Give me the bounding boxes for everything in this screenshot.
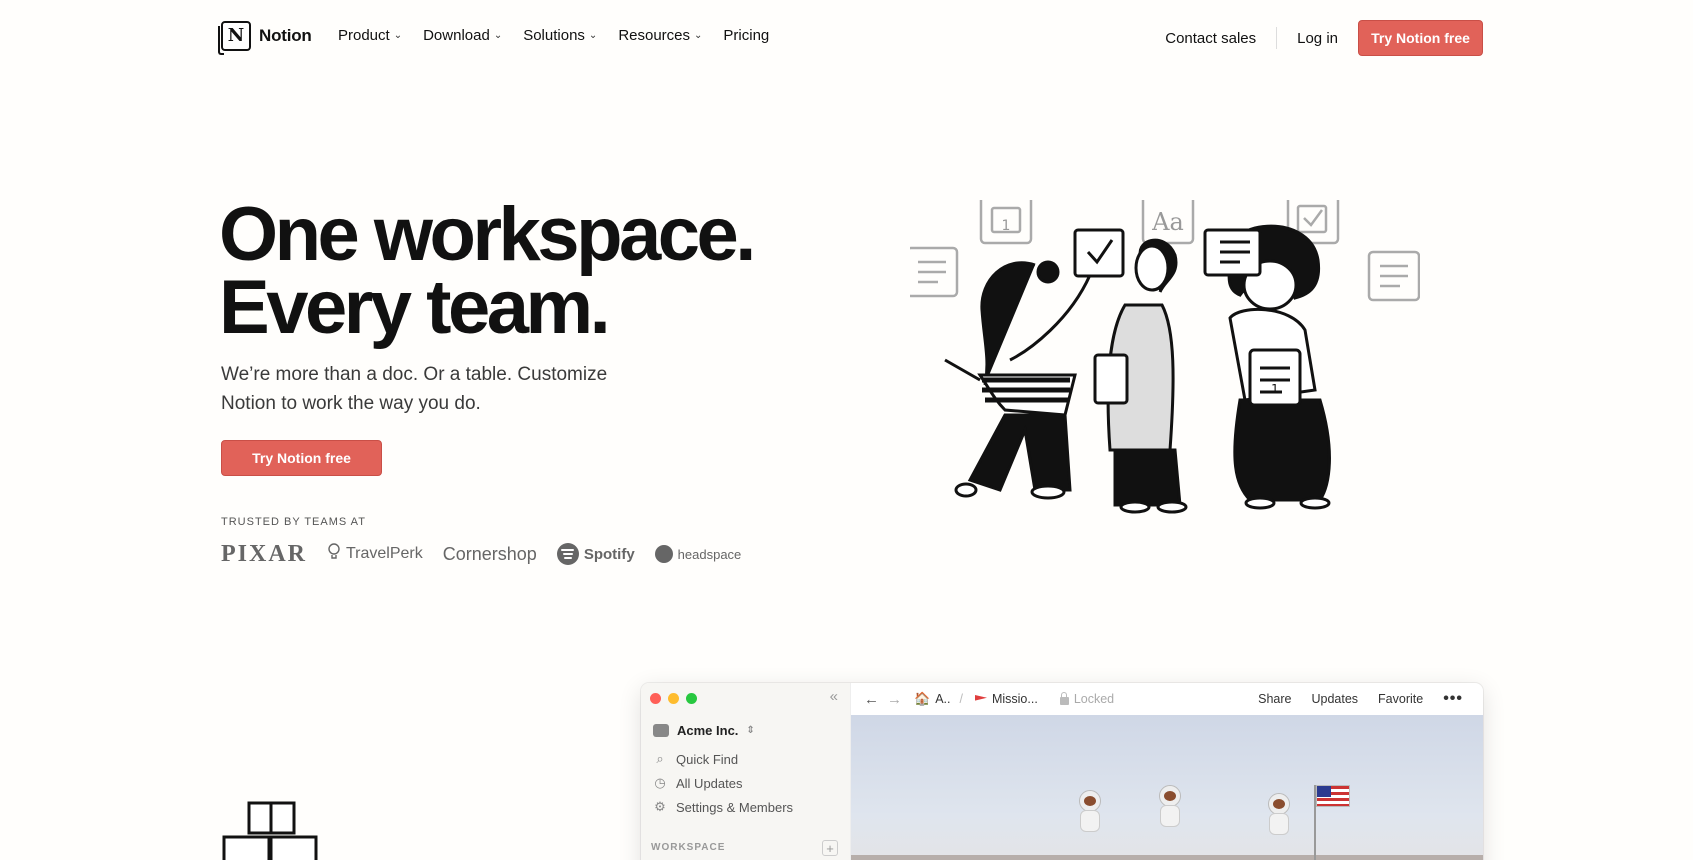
- app-main: ← → 🏠 A.. / Missio... Locked Share Updat…: [851, 683, 1483, 860]
- person-right-figure: [1203, 224, 1331, 510]
- nav-item-download[interactable]: Download ⌄: [423, 27, 502, 44]
- astronaut-figure: [1157, 785, 1183, 827]
- nav-item-label: Pricing: [723, 27, 770, 44]
- nav-item-label: Resources: [618, 27, 691, 44]
- lightbulb-icon: [327, 543, 341, 565]
- workspace-name: Acme Inc.: [677, 723, 739, 738]
- nav-item-resources[interactable]: Resources ⌄: [618, 27, 702, 44]
- window-controls: [650, 693, 697, 704]
- spotify-logo-text: Spotify: [583, 545, 635, 563]
- hero-illustration: 1 Aa 1: [910, 200, 1420, 514]
- notion-logo-icon: N: [218, 21, 251, 55]
- hero-subtitle: We’re more than a doc. Or a table. Custo…: [221, 364, 608, 414]
- travelperk-logo: TravelPerk: [327, 543, 423, 565]
- lock-icon: [1059, 691, 1069, 705]
- customer-logos: PIXAR TravelPerk Cornershop Spotify head…: [221, 539, 761, 569]
- hero-title: One workspace. Every team.: [219, 197, 756, 346]
- nav-right: Contact sales Log in Try Notion free: [1165, 20, 1483, 56]
- collapse-sidebar-icon[interactable]: «: [830, 688, 838, 705]
- nav-item-label: Download: [423, 27, 490, 44]
- sidebar-item-settings[interactable]: ⚙ Settings & Members: [653, 799, 793, 815]
- nav-item-product[interactable]: Product ⌄: [338, 27, 402, 44]
- brand-link[interactable]: N Notion: [218, 21, 312, 55]
- nav-item-label: Solutions: [523, 27, 585, 44]
- add-page-button[interactable]: +: [822, 840, 838, 856]
- calendar-day-text: 1: [1002, 218, 1011, 234]
- workspace-section-label: WORKSPACE: [651, 842, 726, 853]
- breadcrumb-home[interactable]: 🏠 A..: [914, 691, 950, 707]
- hero-title-line2: Every team.: [219, 265, 611, 350]
- window-close-button[interactable]: [650, 693, 661, 704]
- pixar-logo-text: PIXAR: [221, 540, 307, 567]
- clipboard-day-text: 1: [1271, 382, 1279, 396]
- breadcrumb-mission[interactable]: Missio...: [974, 692, 1038, 706]
- app-sidebar: « Acme Inc. ⇕ ⌕ Quick Find ◷ All Updates…: [641, 683, 851, 860]
- cubes-icon: [222, 801, 318, 860]
- locked-badge[interactable]: Locked: [1059, 691, 1115, 706]
- breadcrumb-label: Missio...: [991, 692, 1038, 706]
- nav-item-label: Product: [338, 27, 390, 44]
- favorite-button[interactable]: Favorite: [1378, 692, 1423, 706]
- page: N Notion Product ⌄ Download ⌄ Solutions …: [0, 0, 1693, 860]
- cornershop-logo-text: Cornershop: [442, 543, 537, 564]
- sidebar-item-quick-find[interactable]: ⌕ Quick Find: [653, 751, 738, 767]
- sidebar-item-label: Settings & Members: [676, 799, 794, 815]
- forward-arrow-icon[interactable]: →: [887, 691, 902, 708]
- page-topbar: ← → 🏠 A.. / Missio... Locked Share Updat…: [851, 683, 1483, 715]
- nav-try-free-button[interactable]: Try Notion free: [1358, 20, 1483, 56]
- workspace-switcher[interactable]: Acme Inc. ⇕: [653, 723, 755, 738]
- hero-try-free-button[interactable]: Try Notion free: [221, 440, 382, 476]
- brand-name: Notion: [259, 26, 312, 45]
- more-options-icon[interactable]: •••: [1443, 690, 1463, 708]
- sidebar-item-label: All Updates: [676, 775, 743, 791]
- gear-icon: ⚙: [654, 799, 666, 814]
- sidebar-item-label: Quick Find: [676, 751, 739, 767]
- astronaut-figure: [1077, 790, 1103, 832]
- locked-label: Locked: [1073, 692, 1115, 706]
- clock-icon: ◷: [654, 775, 666, 790]
- search-icon: ⌕: [656, 751, 664, 766]
- page-actions: Share Updates Favorite •••: [1258, 683, 1463, 715]
- notion-logo-glyph: N: [227, 25, 245, 46]
- page-cover-image: [851, 715, 1483, 860]
- spotify-icon: [556, 543, 579, 565]
- cover-floor: [851, 855, 1483, 860]
- window-minimize-button[interactable]: [668, 693, 679, 704]
- astronaut-figure: [1266, 793, 1292, 835]
- person-middle-figure: [1093, 238, 1188, 514]
- sidebar-item-all-updates[interactable]: ◷ All Updates: [653, 775, 742, 791]
- headspace-logo: headspace: [654, 545, 742, 563]
- share-button[interactable]: Share: [1258, 692, 1291, 706]
- back-arrow-icon[interactable]: ←: [864, 691, 879, 708]
- cornershop-logo: Cornershop: [443, 544, 537, 565]
- contact-sales-link[interactable]: Contact sales: [1165, 30, 1256, 47]
- travelperk-logo-text: TravelPerk: [346, 545, 423, 562]
- spotify-logo: Spotify: [556, 543, 635, 565]
- us-flag-icon: [1316, 785, 1350, 807]
- window-maximize-button[interactable]: [686, 693, 697, 704]
- nav-divider: [1276, 27, 1278, 49]
- house-icon: 🏠: [914, 691, 931, 706]
- log-in-link[interactable]: Log in: [1297, 30, 1338, 47]
- pixar-logo: PIXAR: [221, 541, 307, 568]
- chevron-down-icon: ⌄: [588, 30, 598, 41]
- nav-item-pricing[interactable]: Pricing: [723, 27, 769, 44]
- switch-icon: ⇕: [746, 725, 755, 736]
- chevron-down-icon: ⌄: [694, 30, 703, 41]
- top-nav: N Notion Product ⌄ Download ⌄ Solutions …: [0, 0, 1693, 76]
- chevron-down-icon: ⌄: [393, 30, 403, 41]
- nav-menu: Product ⌄ Download ⌄ Solutions ⌄ Resourc…: [338, 27, 790, 44]
- updates-button[interactable]: Updates: [1311, 692, 1358, 706]
- nav-item-solutions[interactable]: Solutions ⌄: [523, 27, 597, 44]
- breadcrumb-label: A..: [935, 692, 951, 706]
- headspace-dot-icon: [654, 545, 673, 563]
- workspace-logo-icon: [653, 724, 669, 737]
- text-style-glyph: Aa: [1151, 208, 1184, 236]
- headspace-logo-text: headspace: [677, 546, 742, 562]
- breadcrumb-separator: /: [959, 692, 963, 706]
- flag-icon: [974, 695, 987, 701]
- trusted-label: TRUSTED BY TEAMS AT: [221, 516, 366, 528]
- chevron-down-icon: ⌄: [493, 30, 503, 41]
- app-preview-window: « Acme Inc. ⇕ ⌕ Quick Find ◷ All Updates…: [641, 683, 1483, 860]
